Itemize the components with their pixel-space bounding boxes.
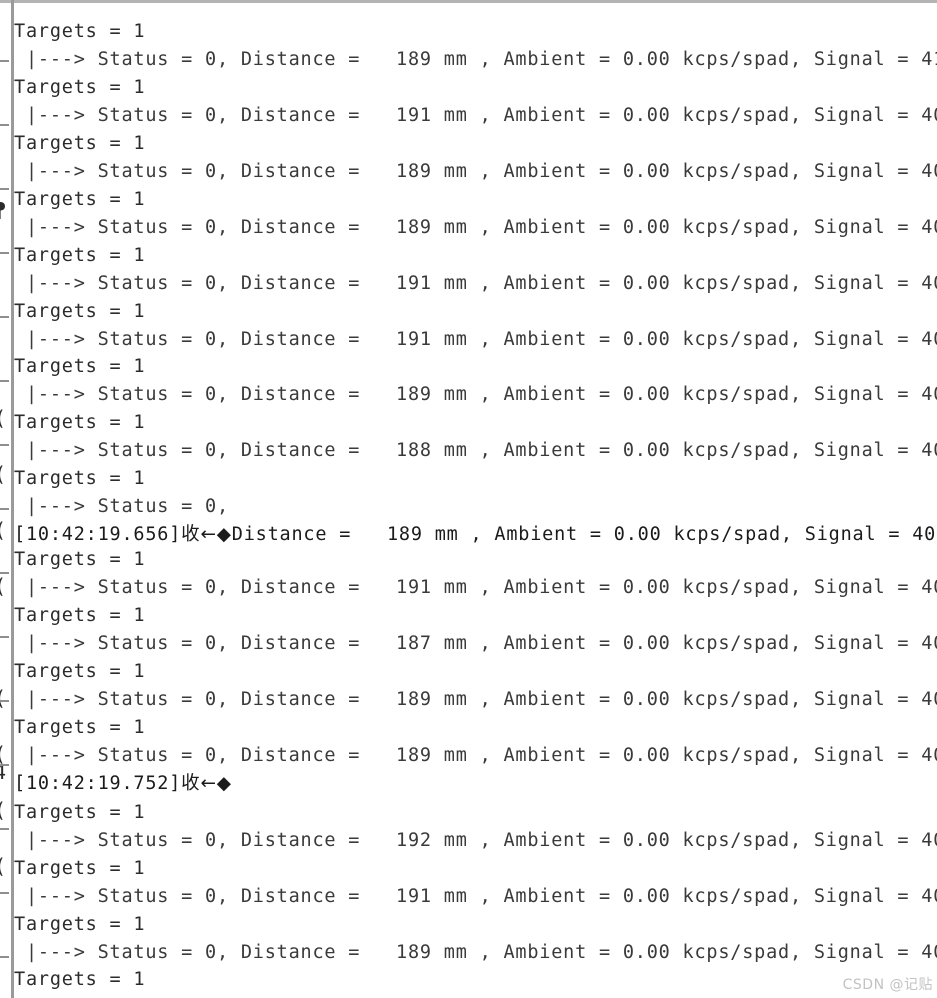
log-record: Targets = 1 |---> Status = 0, Distance =…: [14, 409, 937, 465]
measurement-line: |---> Status = 0, Distance = 191 mm , Am…: [25, 328, 937, 350]
rx-timestamp: [10:42:19.752]: [14, 772, 182, 794]
log-record: [10:42:19.752]收←◆: [14, 770, 937, 798]
log-record: Targets = 1 |---> Status = 0, Distance =…: [14, 74, 937, 130]
gutter-glyph-fragment: ⁋: [0, 200, 6, 220]
log-record: Targets = 1 |---> Status = 0, Distance =…: [14, 602, 937, 658]
log-record: Targets = 1 |---> Status = 0, Distance =…: [14, 966, 937, 998]
gutter-glyph-fragment: (: [0, 408, 6, 428]
measurement-line: |---> Status = 0, Distance = 188 mm , Am…: [25, 440, 937, 462]
log-record: Targets = 1 |---> Status = 0, Distance =…: [14, 658, 937, 714]
gutter-tick: [0, 956, 9, 958]
targets-line: Targets = 1: [14, 21, 146, 42]
targets-line: Targets = 1: [14, 300, 146, 322]
log-record: Targets = 1 |---> Status = 0, Distance =…: [14, 353, 937, 409]
targets-line: Targets = 1: [14, 605, 146, 626]
targets-line: Targets = 1: [14, 660, 146, 682]
measurement-line: |---> Status = 0, Distance = 187 mm , Am…: [25, 633, 937, 654]
gutter-tick: [0, 124, 9, 126]
log-record: Targets = 1 |---> Status = 0, [10:42:19.6…: [14, 465, 937, 549]
log-record: Targets = 1 |---> Status = 0, Distance =…: [14, 18, 937, 74]
rx-direction-marker: 收←◆: [181, 772, 232, 794]
targets-line: Targets = 1: [14, 913, 146, 935]
log-record: Targets = 1 |---> Status = 0, Distance =…: [14, 130, 937, 186]
rx-marker-continuation-line: [10:42:19.656]收←◆Distance = 189 mm , Amb…: [14, 521, 937, 549]
terminal-window: ⁋((((((((4 Targets = 1 |---> Status = 0,…: [0, 0, 937, 998]
gutter-glyph-fragment: (: [0, 576, 6, 596]
log-record: Targets = 1 |---> Status = 0, Distance =…: [14, 799, 937, 855]
log-record: Targets = 1 |---> Status = 0, Distance =…: [14, 298, 937, 354]
gutter-tick: [0, 188, 9, 190]
targets-line: Targets = 1: [14, 801, 146, 823]
gutter-glyph-fragment: (: [0, 520, 6, 540]
measurement-line: |---> Status = 0, Distance = 191 mm , Am…: [25, 885, 937, 907]
targets-line: Targets = 1: [14, 188, 146, 210]
measurement-line: |---> Status = 0, Distance = 189 mm , Am…: [25, 744, 937, 766]
targets-line: Targets = 1: [14, 412, 146, 434]
gutter-tick: [0, 892, 9, 894]
log-record: Targets = 1 |---> Status = 0, Distance =…: [14, 186, 937, 242]
gutter-tick: [0, 764, 9, 766]
gutter-tick: [0, 700, 9, 702]
gutter-glyph-fragment: (: [0, 688, 6, 708]
log-record: Targets = 1 |---> Status = 0, Distance =…: [14, 714, 937, 770]
targets-line: Targets = 1: [14, 468, 146, 490]
log-record: Targets = 1 |---> Status = 0, Distance =…: [14, 242, 937, 298]
log-output-pane[interactable]: Targets = 1 |---> Status = 0, Distance =…: [14, 0, 937, 998]
targets-line: Targets = 1: [14, 132, 146, 154]
targets-line: Targets = 1: [14, 549, 146, 571]
measurement-line: |---> Status = 0, Distance = 191 mm , Am…: [25, 577, 937, 599]
measurement-line: |---> Status = 0, Distance = 189 mm , Am…: [25, 160, 937, 182]
measurement-line: |---> Status = 0, Distance = 188 mm , Am…: [14, 994, 937, 998]
log-record: Targets = 1 |---> Status = 0, Distance =…: [14, 546, 937, 602]
targets-line: Targets = 1: [14, 969, 146, 991]
measurement-line: |---> Status = 0, Distance = 192 mm , Am…: [25, 829, 937, 851]
targets-line: Targets = 1: [14, 356, 146, 378]
gutter-tick: [0, 636, 9, 638]
measurement-line: |---> Status = 0, Distance = 189 mm , Am…: [25, 384, 937, 406]
targets-line: Targets = 1: [14, 244, 146, 266]
measurement-line: |---> Status = 0, Distance = 189 mm , Am…: [25, 49, 937, 70]
gutter-tick: [0, 828, 9, 830]
measurement-line: |---> Status = 0,: [14, 496, 229, 518]
gutter-tick: [0, 444, 9, 446]
rx-direction-marker: 收←◆: [181, 524, 232, 546]
measurement-line: |---> Status = 0, Distance = 191 mm , Am…: [25, 104, 937, 126]
rx-timestamp: [10:42:19.656]: [14, 524, 182, 546]
gutter-tick: [0, 316, 9, 318]
gutter-tick: [0, 252, 9, 254]
targets-line: Targets = 1: [14, 857, 146, 879]
targets-line: Targets = 1: [14, 76, 146, 98]
gutter-tick: [0, 508, 9, 510]
measurement-line: |---> Status = 0, Distance = 189 mm , Am…: [25, 941, 937, 963]
measurement-line: |---> Status = 0, Distance = 189 mm , Am…: [25, 216, 937, 238]
measurement-line: |---> Status = 0, Distance = 189 mm , Am…: [25, 688, 937, 710]
rx-marker-line: [10:42:19.752]收←◆: [14, 770, 937, 798]
gutter-glyph-fragment: (: [0, 800, 6, 820]
left-gutter: ⁋((((((((4: [0, 0, 14, 998]
log-record: Targets = 1 |---> Status = 0, Distance =…: [14, 855, 937, 911]
gutter-glyph-fragment: (: [0, 856, 6, 876]
log-record: Targets = 1 |---> Status = 0, Distance =…: [14, 911, 937, 967]
gutter-tick: [0, 60, 9, 62]
measurement-continuation: Distance = 189 mm , Ambient = 0.00 kcps/…: [231, 524, 937, 546]
gutter-tick: [0, 572, 9, 574]
gutter-tick: [0, 380, 9, 382]
gutter-glyph-fragment: (: [0, 464, 6, 484]
measurement-line: |---> Status = 0, Distance = 191 mm , Am…: [25, 272, 937, 294]
targets-line: Targets = 1: [14, 716, 146, 738]
